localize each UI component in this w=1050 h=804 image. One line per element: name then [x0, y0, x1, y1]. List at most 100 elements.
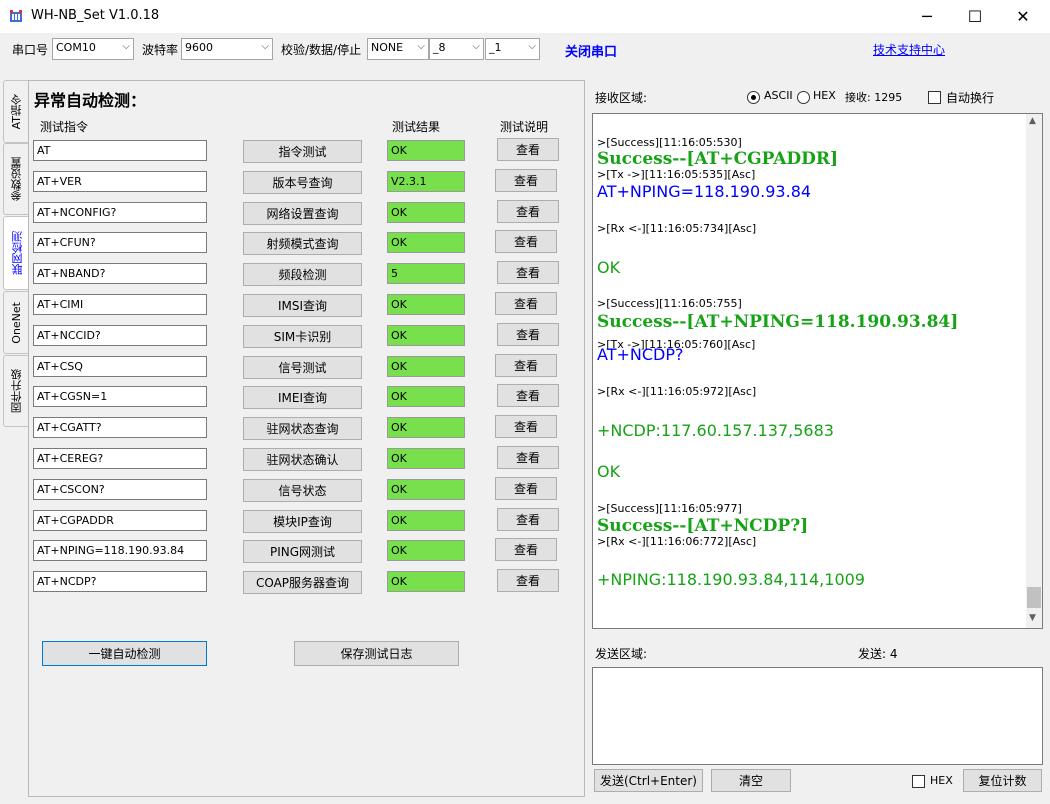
receive-area-label: 接收区域:: [595, 91, 648, 105]
view-button[interactable]: 查看: [495, 169, 557, 192]
baud-value: 9600: [185, 41, 213, 54]
parity-value: NONE: [371, 41, 404, 54]
tab-at-commands[interactable]: AT指令: [3, 80, 29, 143]
port-select[interactable]: COM10 ⌵: [52, 38, 134, 60]
scroll-up-icon[interactable]: ▲: [1029, 116, 1036, 126]
command-input[interactable]: AT+CGATT?: [33, 417, 207, 438]
view-button[interactable]: 查看: [495, 415, 557, 438]
receive-log[interactable]: >[Success][11:16:05:530] Success--[AT+CGP…: [592, 113, 1043, 629]
auto-check-button[interactable]: 一键自动检测: [42, 641, 207, 666]
log-line: >[Success][11:16:05:977]: [597, 502, 742, 515]
view-button[interactable]: 查看: [495, 292, 557, 315]
baud-select[interactable]: 9600 ⌵: [181, 38, 273, 60]
command-input[interactable]: AT+NBAND?: [33, 263, 207, 284]
parity-label: 校验/数据/停止: [281, 43, 362, 57]
scroll-thumb[interactable]: [1027, 587, 1041, 608]
maximize-button[interactable]: ☐: [952, 0, 998, 33]
command-input[interactable]: AT+NPING=118.190.93.84: [33, 540, 207, 561]
maximize-icon: ☐: [967, 7, 983, 26]
send-area-label: 发送区域:: [595, 647, 648, 661]
test-button[interactable]: 网络设置查询: [243, 202, 362, 225]
window-title: WH-NB_Set V1.0.18: [31, 8, 160, 23]
test-button[interactable]: PING网测试: [243, 540, 362, 563]
view-button[interactable]: 查看: [495, 230, 557, 253]
hex-label: HEX: [813, 89, 836, 102]
test-button[interactable]: IMSI查询: [243, 294, 362, 317]
command-input[interactable]: AT+NCONFIG?: [33, 202, 207, 223]
close-port-button[interactable]: 关闭串口: [565, 41, 617, 60]
command-input[interactable]: AT+NCDP?: [33, 571, 207, 592]
auto-wrap-label: 自动换行: [946, 91, 995, 105]
log-line: >[Success][11:16:05:755]: [597, 297, 742, 310]
test-button[interactable]: 信号状态: [243, 479, 362, 502]
test-button[interactable]: COAP服务器查询: [243, 571, 362, 594]
test-button[interactable]: 模块IP查询: [243, 510, 362, 533]
command-input[interactable]: AT+CSQ: [33, 356, 207, 377]
view-button[interactable]: 查看: [495, 477, 557, 500]
test-button[interactable]: 指令测试: [243, 140, 362, 163]
view-button[interactable]: 查看: [495, 538, 557, 561]
col-header-result: 测试结果: [392, 120, 441, 134]
parity-select[interactable]: NONE ⌵: [367, 38, 429, 60]
view-button[interactable]: 查看: [497, 446, 559, 469]
chevron-down-icon: ⌵: [528, 41, 536, 52]
save-log-button[interactable]: 保存测试日志: [294, 641, 459, 666]
stop-bits-select[interactable]: _1 ⌵: [485, 38, 540, 60]
tab-network-check[interactable]: 联网检测: [3, 216, 31, 290]
test-button[interactable]: 版本号查询: [243, 171, 362, 194]
col-header-description: 测试说明: [500, 120, 549, 134]
result-field: OK: [387, 479, 465, 500]
view-button[interactable]: 查看: [497, 200, 559, 223]
result-field: OK: [387, 232, 465, 253]
baud-label: 波特率: [142, 43, 179, 57]
test-button[interactable]: SIM卡识别: [243, 325, 362, 348]
send-input[interactable]: [592, 667, 1043, 765]
close-window-button[interactable]: ✕: [1000, 0, 1046, 33]
command-input[interactable]: AT+CFUN?: [33, 232, 207, 253]
command-input[interactable]: AT+NCCID?: [33, 325, 207, 346]
test-button[interactable]: 频段检测: [243, 263, 362, 286]
log-line: Success--[AT+NPING=118.190.93.84]: [597, 312, 959, 332]
command-input[interactable]: AT+CGSN=1: [33, 386, 207, 407]
receive-scrollbar[interactable]: [1026, 114, 1042, 628]
data-bits-select[interactable]: _8 ⌵: [429, 38, 484, 60]
tab-firmware-upgrade[interactable]: 固件升级: [3, 355, 29, 427]
command-input[interactable]: AT+CIMI: [33, 294, 207, 315]
view-button[interactable]: 查看: [495, 354, 557, 377]
hex-radio[interactable]: [797, 91, 810, 104]
view-button[interactable]: 查看: [497, 569, 559, 592]
receive-count: 接收: 1295: [845, 91, 903, 104]
view-button[interactable]: 查看: [497, 323, 559, 346]
test-button[interactable]: 信号测试: [243, 356, 362, 379]
scroll-down-icon[interactable]: ▼: [1029, 613, 1036, 623]
command-input[interactable]: AT+CSCON?: [33, 479, 207, 500]
support-link[interactable]: 技术支持中心: [873, 41, 945, 58]
test-button[interactable]: 驻网状态确认: [243, 448, 362, 471]
ascii-radio[interactable]: [747, 91, 760, 104]
test-button[interactable]: IMEI查询: [243, 386, 362, 409]
clear-button[interactable]: 清空: [711, 769, 791, 792]
minimize-button[interactable]: ─: [904, 0, 950, 33]
tab-onenet[interactable]: OneNet: [3, 291, 29, 354]
reset-count-button[interactable]: 复位计数: [963, 769, 1042, 792]
command-input[interactable]: AT+CEREG?: [33, 448, 207, 469]
log-line: AT+NPING=118.190.93.84: [597, 182, 812, 201]
log-line: >[Tx ->][11:16:05:535][Asc]: [597, 168, 756, 181]
send-hex-checkbox[interactable]: [912, 775, 925, 788]
send-button[interactable]: 发送(Ctrl+Enter): [594, 769, 703, 792]
view-button[interactable]: 查看: [497, 261, 559, 284]
log-line: OK: [597, 462, 621, 481]
command-input[interactable]: AT+CGPADDR: [33, 510, 207, 531]
test-button[interactable]: 射频模式查询: [243, 232, 362, 255]
auto-wrap-checkbox[interactable]: [928, 91, 941, 104]
command-input[interactable]: AT: [33, 140, 207, 161]
log-line: >[Rx <-][11:16:05:734][Asc]: [597, 222, 757, 235]
command-input[interactable]: AT+VER: [33, 171, 207, 192]
app-icon: [10, 10, 22, 22]
tab-parameter-settings[interactable]: 参数设置: [3, 143, 29, 215]
view-button[interactable]: 查看: [497, 384, 559, 407]
view-button[interactable]: 查看: [497, 508, 559, 531]
result-field: OK: [387, 140, 465, 161]
test-button[interactable]: 驻网状态查询: [243, 417, 362, 440]
view-button[interactable]: 查看: [497, 138, 559, 161]
